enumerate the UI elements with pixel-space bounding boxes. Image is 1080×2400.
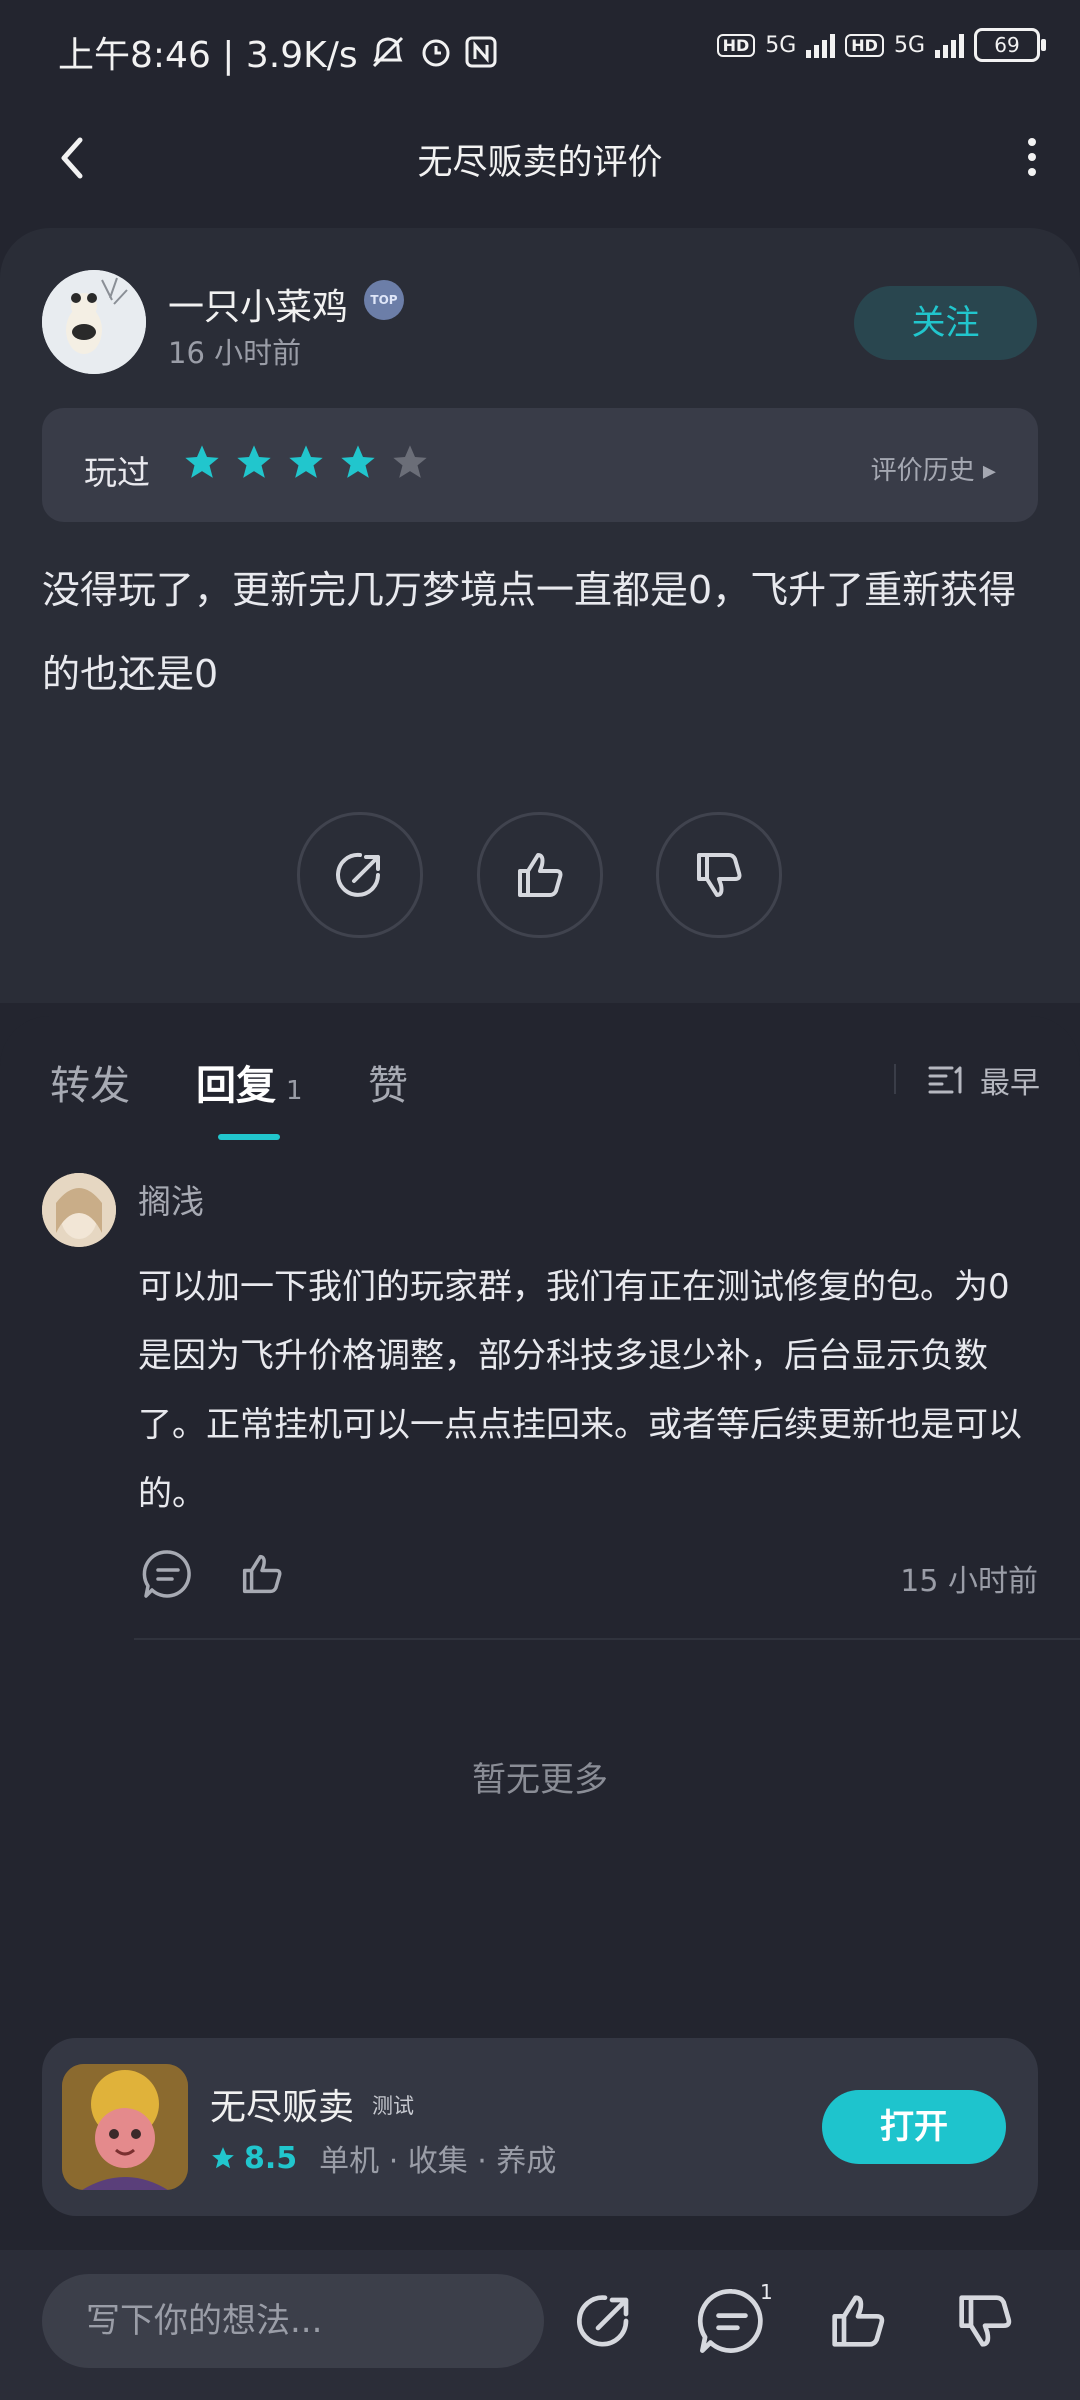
active-tab-indicator (218, 1134, 280, 1140)
rating-stars (182, 442, 430, 482)
game-score: 8.5 (244, 2140, 298, 2176)
top-bar: 无尽贩卖的评价 (0, 100, 1080, 210)
sort-icon (928, 1066, 962, 1094)
no-more-label: 暂无更多 (472, 1760, 608, 1800)
signal-icon-2 (935, 32, 964, 58)
review-history-link[interactable]: 评价历史 ▸ (871, 450, 996, 487)
comment-count: 1 (760, 2280, 773, 2304)
played-rating-bar: 玩过 评价历史 ▸ (42, 408, 1038, 522)
open-game-button[interactable]: 打开 (822, 2090, 1006, 2164)
hd-indicator: HD (716, 33, 756, 57)
reply-divider (134, 1638, 1080, 1640)
game-name: 无尽贩卖 (210, 2087, 355, 2128)
sort-divider (894, 1064, 896, 1094)
like-button[interactable] (477, 812, 603, 938)
network-type: 5G (765, 32, 797, 58)
star-filled-icon (289, 445, 323, 478)
game-test-tag: 测试 (372, 2094, 414, 2118)
thumbs-up-icon[interactable] (823, 2286, 893, 2356)
star-empty-icon (393, 445, 427, 478)
game-card[interactable]: 无尽贩卖 测试 8.5 单机 · 收集 · 养成 打开 (42, 2038, 1038, 2216)
tab-replies-label: 回复 (196, 1063, 276, 1109)
reply-like-icon[interactable] (236, 1548, 288, 1600)
nfc-icon (465, 36, 497, 68)
hd-indicator-2: HD (845, 33, 884, 57)
game-rating: 8.5 单机 · 收集 · 养成 (210, 2136, 556, 2180)
tab-likes-label: 赞 (368, 1063, 408, 1109)
share-button[interactable] (297, 812, 423, 938)
top-badge: TOP (364, 280, 404, 320)
comment-input[interactable]: 写下你的想法... (42, 2274, 544, 2368)
status-left: 上午8:46 | 3.9K/s (58, 26, 498, 78)
follow-button[interactable]: 关注 (854, 286, 1037, 360)
tab-replies[interactable]: 回复 1 (196, 1053, 303, 1111)
tab-forward[interactable]: 转发 (50, 1053, 130, 1111)
alarm-icon (422, 39, 450, 67)
star-filled-icon (341, 445, 375, 478)
dislike-button[interactable] (656, 812, 782, 938)
share-icon[interactable] (570, 2286, 640, 2356)
reply-comment-icon[interactable] (142, 1548, 194, 1600)
bottom-bar: 写下你的想法... 1 (0, 2250, 1080, 2400)
avatar[interactable] (42, 270, 146, 374)
tab-forward-label: 转发 (50, 1063, 130, 1109)
status-bar: 上午8:46 | 3.9K/s HD 5G HD 5G 69 (0, 0, 1080, 100)
game-genres: 单机 · 收集 · 养成 (319, 2144, 557, 2179)
mute-icon (372, 36, 403, 68)
star-icon (212, 2147, 234, 2169)
tab-likes[interactable]: 赞 (368, 1053, 408, 1111)
author-name[interactable]: 一只小菜鸡 (168, 278, 348, 330)
game-icon (62, 2064, 188, 2190)
sort-toggle[interactable]: 最早 (928, 1058, 1040, 1102)
review-text: 没得玩了，更新完几万梦境点一直都是0，飞升了重新获得的也还是0 (42, 568, 1017, 696)
thumbs-down-icon[interactable] (950, 2286, 1020, 2356)
signal-icon (806, 32, 836, 58)
star-filled-icon (185, 445, 219, 478)
review-time: 16 小时前 (168, 336, 302, 370)
comment-icon[interactable] (697, 2286, 767, 2356)
status-time: 上午8:46 | 3.9K/s (58, 35, 358, 76)
played-label: 玩过 (84, 453, 150, 492)
reply-author[interactable]: 搁浅 (138, 1175, 204, 1223)
sort-label: 最早 (980, 1066, 1040, 1101)
battery-icon: 69 (974, 28, 1046, 62)
share-icon (336, 852, 380, 897)
network-type-2: 5G (893, 32, 925, 58)
reply-text: 可以加一下我们的玩家群，我们有正在测试修复的包。为0是因为飞升价格调整，部分科技… (138, 1267, 1022, 1514)
thumbs-up-icon (518, 853, 563, 897)
status-right: HD 5G HD 5G 69 (716, 28, 1046, 62)
reply-time: 15 小时前 (900, 1564, 1038, 1599)
more-options-icon[interactable] (1022, 132, 1042, 182)
tab-replies-count: 1 (286, 1076, 303, 1106)
page-title: 无尽贩卖的评价 (417, 143, 663, 183)
star-filled-icon (237, 445, 271, 478)
thumbs-down-icon (697, 853, 742, 897)
reply-avatar[interactable] (42, 1173, 116, 1247)
